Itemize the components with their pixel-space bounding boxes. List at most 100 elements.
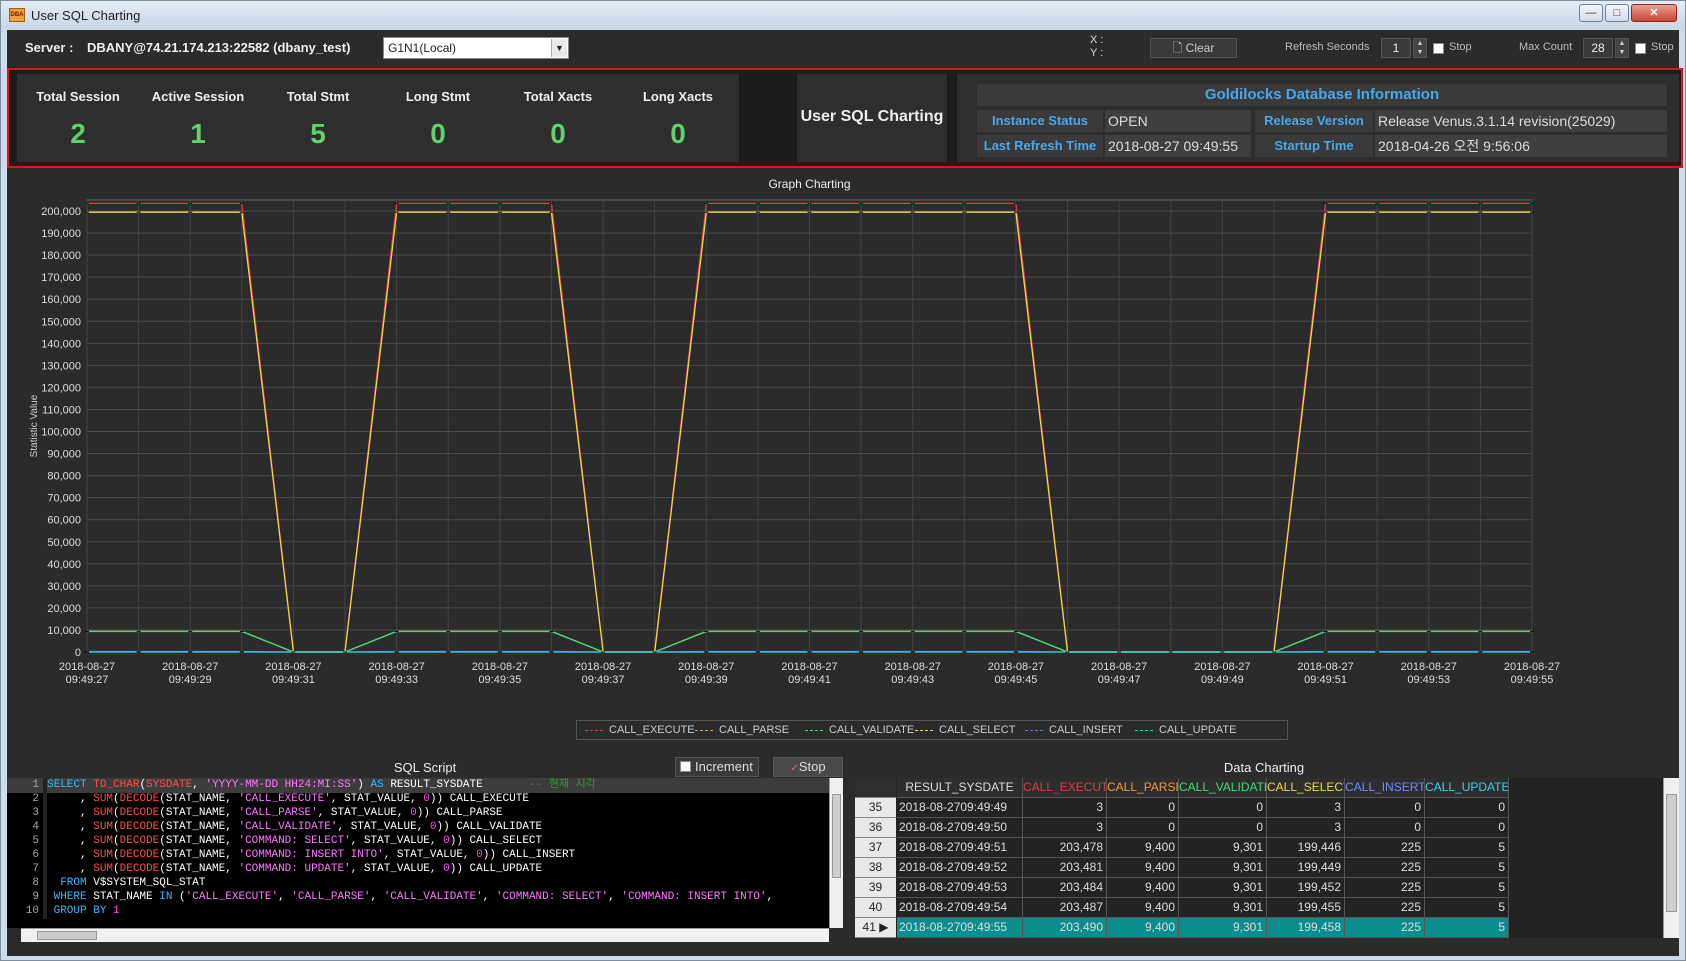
table-cell[interactable]: 5 xyxy=(1425,838,1509,858)
y-tick-label: 90,000 xyxy=(47,449,81,461)
table-cell[interactable]: 3 xyxy=(1023,798,1107,818)
x-tick-date: 2018-08-27 xyxy=(678,661,734,673)
maximize-button[interactable]: □ xyxy=(1605,4,1629,22)
table-cell[interactable]: 203,490 xyxy=(1023,918,1107,938)
table-cell[interactable]: 0 xyxy=(1425,798,1509,818)
code-token: 'COMMAND: SELECT' xyxy=(495,891,609,903)
code-token: SUM xyxy=(93,849,114,861)
stop-refresh-checkbox[interactable] xyxy=(1433,43,1444,54)
code-line: 5 , SUM(DECODE(STAT_NAME, 'COMMAND: SELE… xyxy=(7,834,829,849)
table-cell[interactable]: 9,400 xyxy=(1107,878,1179,898)
table-cell[interactable]: 9,400 xyxy=(1107,918,1179,938)
code-token: (STAT_NAME, xyxy=(159,849,239,861)
table-cell[interactable]: 5 xyxy=(1425,858,1509,878)
row-header[interactable]: 40 xyxy=(855,898,896,918)
refresh-seconds-input[interactable]: 1 xyxy=(1381,38,1411,58)
row-header[interactable]: 36 xyxy=(855,818,896,838)
column-header-call-select[interactable]: CALL_SELECT xyxy=(1267,778,1345,798)
sql-vertical-scrollbar[interactable] xyxy=(829,778,843,928)
table-cell[interactable]: 199,455 xyxy=(1267,898,1345,918)
table-cell[interactable]: 199,458 xyxy=(1267,918,1345,938)
table-cell[interactable]: 9,400 xyxy=(1107,838,1179,858)
sql-stop-button[interactable]: ✓Stop xyxy=(773,757,843,777)
stop-max-checkbox[interactable] xyxy=(1635,43,1646,54)
column-header-call-execute[interactable]: CALL_EXECUTE xyxy=(1023,778,1107,798)
clear-button[interactable]: 🗋 Clear xyxy=(1150,38,1237,58)
legend-swatch xyxy=(1025,729,1043,731)
table-cell[interactable]: 225 xyxy=(1345,918,1425,938)
table-cell[interactable]: 2018-08-2709:49:51 xyxy=(897,838,1023,858)
table-cell[interactable]: 0 xyxy=(1425,818,1509,838)
table-cell[interactable]: 203,484 xyxy=(1023,878,1107,898)
increment-toggle[interactable]: Increment xyxy=(675,757,759,777)
column-header-call-update[interactable]: CALL_UPDATE xyxy=(1425,778,1509,798)
table-cell[interactable]: 0 xyxy=(1345,818,1425,838)
increment-checkbox[interactable] xyxy=(680,761,691,772)
minimize-button[interactable]: — xyxy=(1579,4,1603,22)
table-cell[interactable]: 0 xyxy=(1179,818,1267,838)
table-cell[interactable]: 3 xyxy=(1023,818,1107,838)
table-cell[interactable]: 9,400 xyxy=(1107,858,1179,878)
table-cell[interactable]: 225 xyxy=(1345,878,1425,898)
table-cell[interactable]: 9,301 xyxy=(1179,858,1267,878)
sql-editor[interactable]: 1 SELECT TO_CHAR (SYSDATE, 'YYYY-MM-DD HH2… xyxy=(7,778,829,928)
table-cell[interactable]: 2018-08-2709:49:50 xyxy=(897,818,1023,838)
x-tick-time: 09:49:45 xyxy=(995,674,1038,686)
grid-vertical-scrollbar[interactable] xyxy=(1663,778,1679,938)
table-cell[interactable]: 5 xyxy=(1425,918,1509,938)
table-cell[interactable]: 9,301 xyxy=(1179,878,1267,898)
table-cell[interactable]: 5 xyxy=(1425,878,1509,898)
sql-horizontal-scrollbar[interactable] xyxy=(21,928,829,942)
table-cell[interactable]: 2018-08-2709:49:54 xyxy=(897,898,1023,918)
max-count-input[interactable]: 28 xyxy=(1583,38,1613,58)
table-cell[interactable]: 2018-08-2709:49:49 xyxy=(897,798,1023,818)
table-cell[interactable]: 0 xyxy=(1345,798,1425,818)
chevron-down-icon[interactable]: ▼ xyxy=(551,39,567,57)
table-cell[interactable]: 3 xyxy=(1267,818,1345,838)
code-token: SUM xyxy=(93,793,114,805)
table-cell[interactable]: 203,478 xyxy=(1023,838,1107,858)
table-cell[interactable]: 2018-08-2709:49:53 xyxy=(897,878,1023,898)
row-header[interactable]: 37 xyxy=(855,838,896,858)
row-header[interactable]: 38 xyxy=(855,858,896,878)
table-cell[interactable]: 199,449 xyxy=(1267,858,1345,878)
table-cell[interactable]: 199,446 xyxy=(1267,838,1345,858)
close-button[interactable]: ✕ xyxy=(1631,4,1677,22)
y-tick-label: 10,000 xyxy=(47,625,81,637)
sql-stop-label: Stop xyxy=(798,759,826,774)
column-header-result-sysdate[interactable]: RESULT_SYSDATE xyxy=(897,778,1023,798)
table-cell[interactable]: 9,400 xyxy=(1107,898,1179,918)
refresh-spinner-arrows[interactable]: ▲ ▼ xyxy=(1413,38,1427,58)
table-cell[interactable]: 9,301 xyxy=(1179,838,1267,858)
data-charting-title: Data Charting xyxy=(1223,760,1305,775)
table-cell[interactable]: 225 xyxy=(1345,858,1425,878)
table-cell[interactable]: 9,301 xyxy=(1179,918,1267,938)
table-cell[interactable]: 0 xyxy=(1107,798,1179,818)
x-tick-time: 09:49:35 xyxy=(478,674,521,686)
node-select[interactable]: G1N1(Local) ▼ xyxy=(383,37,569,59)
table-cell[interactable]: 225 xyxy=(1345,898,1425,918)
row-header[interactable]: 39 xyxy=(855,878,896,898)
title-bar[interactable]: DBA User SQL Charting — □ ✕ xyxy=(1,1,1685,29)
row-header[interactable]: 41 ▶ xyxy=(855,918,896,938)
row-header[interactable]: 35 xyxy=(855,798,896,818)
table-cell[interactable]: 203,487 xyxy=(1023,898,1107,918)
code-token: IN xyxy=(159,891,180,903)
code-token: 1 xyxy=(113,905,120,917)
column-header-call-validate[interactable]: CALL_VALIDATE xyxy=(1179,778,1267,798)
table-cell[interactable]: 225 xyxy=(1345,838,1425,858)
y-tick-label: 30,000 xyxy=(47,581,81,593)
data-grid[interactable]: RESULT_SYSDATECALL_EXECUTECALL_PARSECALL… xyxy=(855,778,1663,938)
table-cell[interactable]: 3 xyxy=(1267,798,1345,818)
column-header-call-parse[interactable]: CALL_PARSE xyxy=(1107,778,1179,798)
table-cell[interactable]: 9,301 xyxy=(1179,898,1267,918)
table-cell[interactable]: 199,452 xyxy=(1267,878,1345,898)
max-count-spinner-arrows[interactable]: ▲ ▼ xyxy=(1615,38,1629,58)
table-cell[interactable]: 203,481 xyxy=(1023,858,1107,878)
table-cell[interactable]: 2018-08-2709:49:52 xyxy=(897,858,1023,878)
column-header-call-insert[interactable]: CALL_INSERT xyxy=(1345,778,1425,798)
table-cell[interactable]: 5 xyxy=(1425,898,1509,918)
table-cell[interactable]: 0 xyxy=(1107,818,1179,838)
table-cell[interactable]: 0 xyxy=(1179,798,1267,818)
table-cell[interactable]: 2018-08-2709:49:55 xyxy=(897,918,1023,938)
